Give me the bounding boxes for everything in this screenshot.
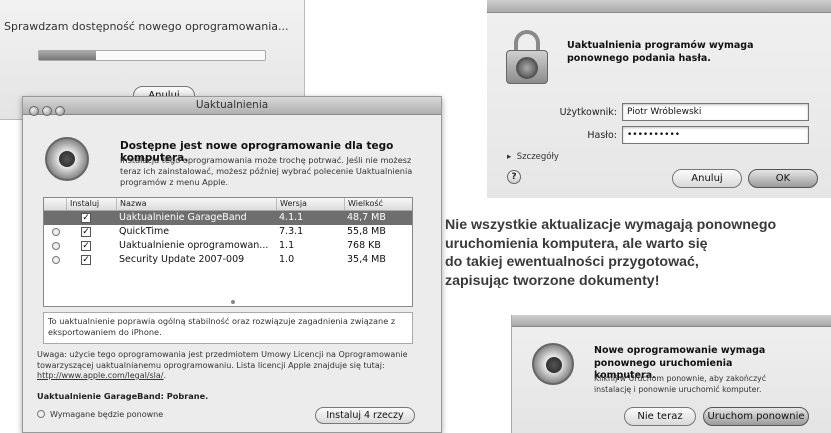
caption-line: Nie wszystkie aktualizacje wymagają pono… [445,217,777,233]
restart-required-icon [52,228,60,236]
details-disclosure[interactable]: ▸ Szczegóły [507,152,559,162]
restart-legend-text: Wymagane będzie ponowne [50,410,164,419]
restart-required-icon [52,242,60,250]
install-checkbox[interactable]: ✓ [81,213,91,223]
table-row[interactable]: ✓ QuickTime 7.3.1 55,8 MB [44,225,412,239]
caption-line: do takiej ewentualności przygotować, [445,254,699,270]
restart-legend: Wymagane będzie ponowne [37,410,163,419]
details-label: Szczegóły [516,152,559,162]
table-row[interactable]: ✓ Uaktualnienie GarageBand 4.1.1 48,7 MB [44,211,412,225]
license-link[interactable]: http://www.apple.com/legal/sla/ [37,371,164,380]
col-size[interactable]: Wielkość [344,198,383,210]
help-button[interactable]: ? [507,170,521,184]
password-field[interactable]: •••••••••• [622,126,809,144]
caption-line: zapisując tworzone dokumenty! [445,272,660,289]
update-version: 1.1 [279,240,295,251]
restart-body-text: Kliknij w Uruchom ponownie, aby zakończy… [594,374,767,394]
col-version[interactable]: Wersja [276,198,307,210]
progress-bar [38,50,266,61]
title-bar [487,0,831,13]
update-size: 48,7 MB [347,212,386,223]
password-prompt-title: Uaktualnienia programów wymaga ponownego… [567,40,754,64]
update-name: Uaktualnienie GarageBand [119,212,247,223]
col-status[interactable] [44,198,66,210]
update-version: 7.3.1 [279,226,304,237]
window-title: Uaktualnienia [195,99,269,111]
title-bar: Uaktualnienia [23,97,441,116]
password-dialog: Uaktualnienia programów wymaga ponownego… [487,0,831,198]
license-text: Uwaga: użycie tego oprogramowania jest p… [37,350,408,370]
table-row[interactable]: ✓ Security Update 2007-009 1.0 35,4 MB [44,253,412,267]
software-update-icon [532,343,574,385]
progress-fill [39,51,96,60]
caption-line: uruchomienia komputera, ale warto się [445,235,708,252]
install-checkbox[interactable]: ✓ [81,255,91,265]
software-update-window: Uaktualnienia Dostępne jest nowe oprogra… [22,96,442,433]
cancel-button[interactable]: Anuluj [672,169,742,188]
caption-text: Nie wszystkie aktualizacje wymagają pono… [445,216,831,290]
update-name: Security Update 2007-009 [119,254,245,265]
updates-subtext: Instalacja tego oprogramowania może troc… [120,155,413,187]
update-size: 35,4 MB [347,254,386,265]
checking-message: Sprawdzam dostępność nowego oprogramowan… [4,20,289,33]
download-status: Uaktualnienie GarageBand: Pobrane. [37,391,209,401]
update-name: QuickTime [119,226,170,237]
update-name: Uaktualnienie oprogramowan... [119,240,269,251]
col-name[interactable]: Nazwa [116,198,147,210]
updates-table: Instaluj Nazwa Wersja Wielkość ✓ Uaktual… [43,197,413,307]
update-size: 55,8 MB [347,226,386,237]
table-header: Instaluj Nazwa Wersja Wielkość [44,198,412,211]
username-field[interactable]: Piotr Wróblewski [622,103,809,121]
disclosure-triangle-icon: ▸ [507,152,512,162]
update-version: 4.1.1 [279,212,304,223]
not-now-button[interactable]: Nie teraz [624,407,696,426]
update-version: 1.0 [279,254,295,265]
restart-required-icon [52,256,60,264]
restart-body: Kliknij w Uruchom ponownie, aby zakończy… [594,374,784,395]
restart-dialog: Nowe oprogramowanie wymaga ponownego uru… [511,315,831,433]
update-size: 768 KB [347,240,381,251]
lock-icon [506,30,548,84]
update-description: To uaktualnienie poprawia ogólną stabiln… [43,312,413,344]
col-install[interactable]: Instaluj [66,198,99,210]
password-label: Hasło: [587,130,617,141]
username-label: Użytkownik: [559,107,617,118]
restart-now-button[interactable]: Uruchom ponownie [703,407,809,426]
table-row[interactable]: ✓ Uaktualnienie oprogramowan... 1.1 768 … [44,239,412,253]
install-button[interactable]: Instaluj 4 rzeczy [315,407,415,424]
restart-required-icon [37,410,45,418]
install-checkbox[interactable]: ✓ [81,227,91,237]
license-notice: Uwaga: użycie tego oprogramowania jest p… [37,350,408,380]
install-checkbox[interactable]: ✓ [81,241,91,251]
title-bar [512,315,831,327]
software-update-icon [45,137,89,181]
ok-button[interactable]: OK [748,169,818,188]
splitter-handle[interactable] [231,300,235,304]
